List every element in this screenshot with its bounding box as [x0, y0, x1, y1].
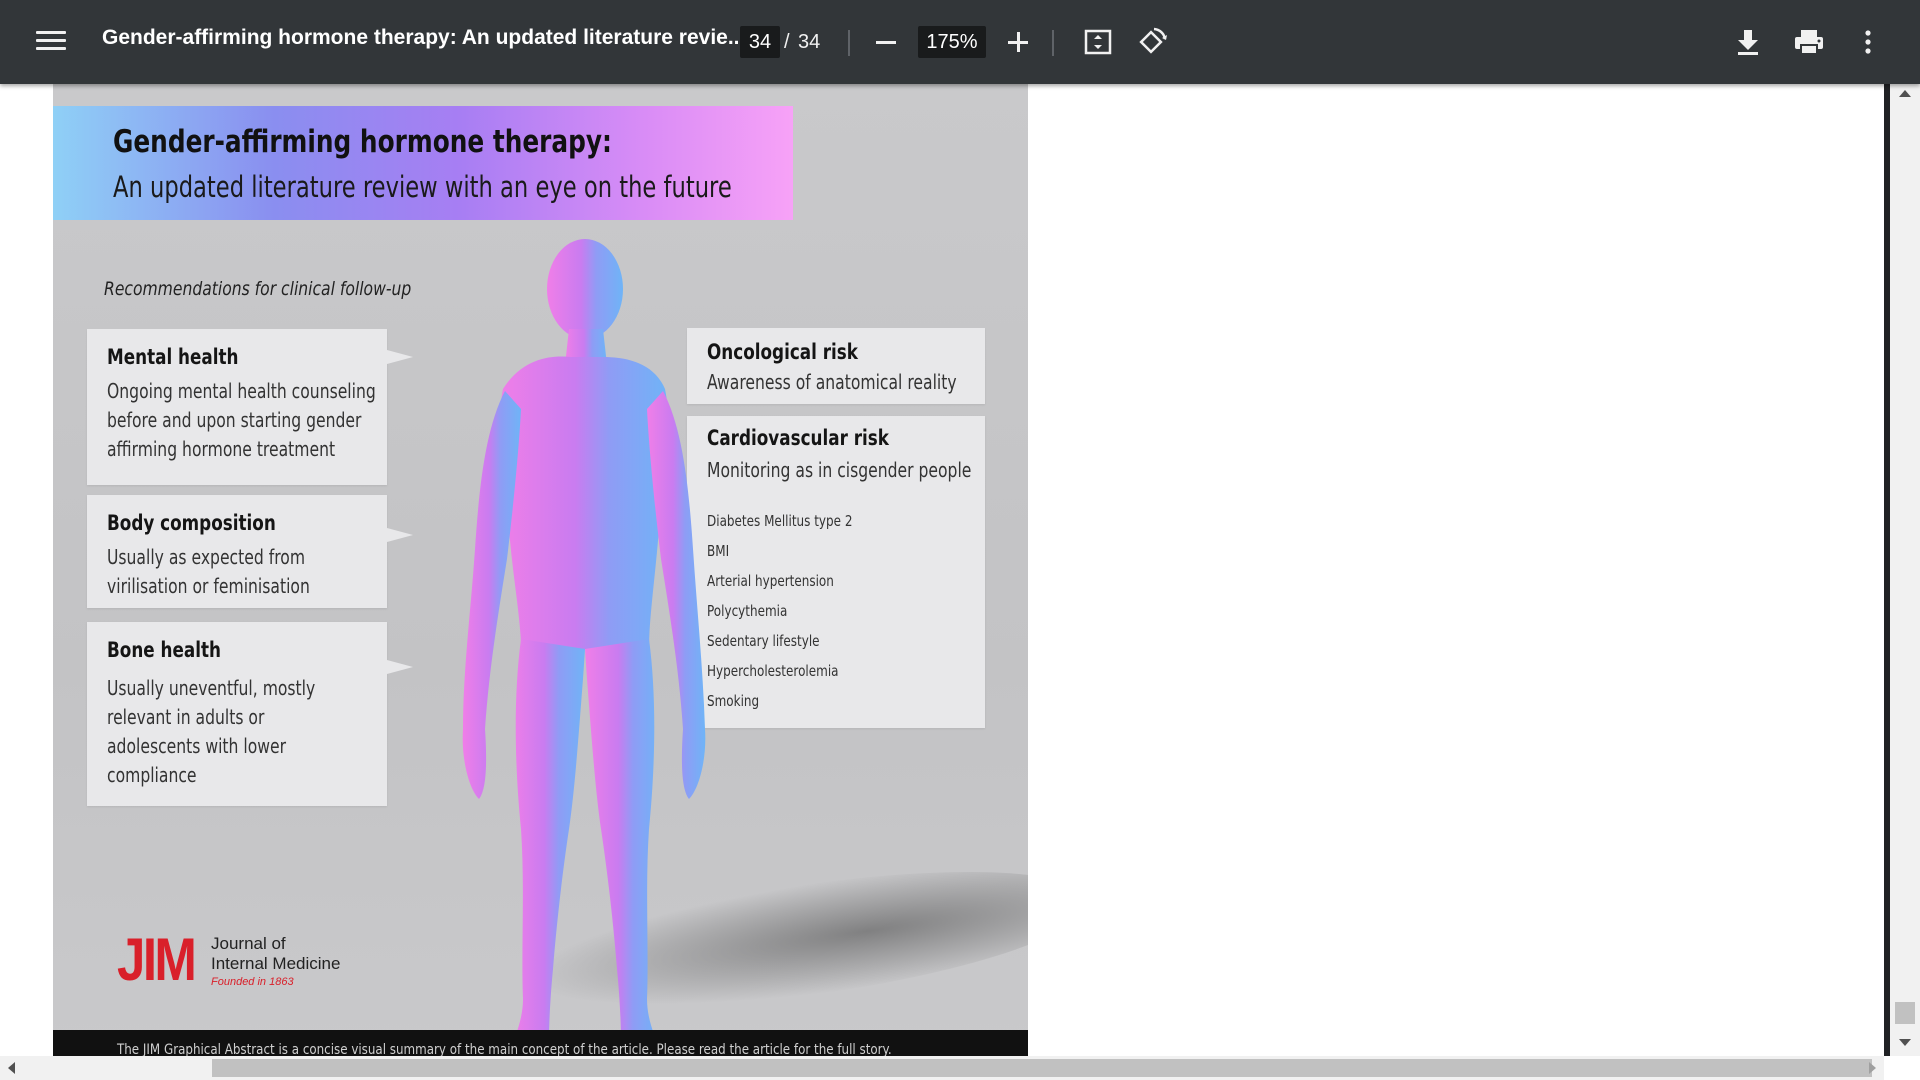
human-figure-illustration	[462, 239, 706, 1052]
card-title: Cardiovascular risk	[707, 426, 889, 450]
card-cardiovascular-risk: Cardiovascular risk Monitoring as in cis…	[687, 416, 985, 728]
logo-line-1: Journal of	[211, 934, 286, 953]
zoom-level-input[interactable]: 175%	[918, 26, 986, 58]
scroll-left-arrow-icon[interactable]	[8, 1062, 15, 1074]
page-total: 34	[798, 31, 821, 53]
logo-founded: Founded in 1863	[211, 976, 294, 988]
card-title: Oncological risk	[707, 340, 858, 364]
pdf-viewer[interactable]: Gender-affirming hormone therapy: An upd…	[0, 84, 1884, 1056]
scroll-right-arrow-icon[interactable]	[1869, 1062, 1876, 1074]
card-body: Monitoring as in cisgender people	[707, 456, 971, 485]
document-title: Gender-affirming hormone therapy: An upd…	[102, 26, 746, 49]
card-line: relevant in adults or	[107, 705, 265, 729]
card-body: Awareness of anatomical reality	[707, 368, 957, 397]
toolbar-divider	[848, 30, 850, 56]
banner-title: Gender-affirming hormone therapy:	[113, 124, 612, 160]
card-body: Ongoing mental health counseling before …	[107, 377, 376, 464]
card-line: Monitoring as in cisgender people	[707, 458, 972, 482]
card-line: before and upon starting gender	[107, 408, 362, 432]
banner-subtitle: An updated literature review with an eye…	[113, 170, 732, 204]
pdf-page: Gender-affirming hormone therapy: An upd…	[53, 84, 1028, 1056]
download-icon[interactable]	[1732, 26, 1764, 58]
page-separator: /	[784, 31, 790, 53]
page-number-input[interactable]: 34	[740, 26, 780, 58]
card-line: affirming hormone treatment	[107, 437, 336, 461]
card-bone-health: Bone health Usually uneventful, mostly r…	[87, 622, 387, 806]
more-vert-icon[interactable]	[1852, 26, 1884, 58]
card-title: Mental health	[107, 345, 239, 369]
card-line: Usually as expected from	[107, 545, 306, 569]
card-mental-health: Mental health Ongoing mental health coun…	[87, 329, 387, 485]
horizontal-scrollbar[interactable]	[0, 1056, 1884, 1080]
card-body: Usually uneventful, mostly relevant in a…	[107, 674, 315, 790]
risk-factor-item: Sedentary lifestyle	[707, 632, 820, 650]
toolbar-divider	[1052, 30, 1054, 56]
card-title: Body composition	[107, 511, 276, 535]
footer-text: The JIM Graphical Abstract is a concise …	[117, 1042, 892, 1056]
horizontal-scroll-thumb[interactable]	[212, 1059, 1872, 1077]
card-body: Usually as expected from virilisation or…	[107, 543, 310, 601]
risk-factor-item: Diabetes Mellitus type 2	[707, 512, 853, 530]
vertical-scroll-thumb[interactable]	[1895, 1002, 1915, 1024]
risk-factor-item: Arterial hypertension	[707, 572, 834, 590]
card-line: Awareness of anatomical reality	[707, 370, 957, 394]
zoom-out-icon[interactable]	[870, 26, 902, 58]
scroll-up-arrow-icon[interactable]	[1899, 90, 1911, 97]
card-body-composition: Body composition Usually as expected fro…	[87, 495, 387, 608]
vertical-scrollbar[interactable]	[1884, 84, 1920, 1056]
rotate-icon[interactable]	[1136, 26, 1168, 58]
card-oncological-risk: Oncological risk Awareness of anatomical…	[687, 328, 985, 404]
jim-logo: JIM Journal of Internal Medicine Founded…	[117, 930, 357, 1000]
logo-mark: JIM	[117, 926, 197, 993]
card-line: compliance	[107, 763, 197, 787]
card-line: virilisation or feminisation	[107, 574, 310, 598]
title-banner: Gender-affirming hormone therapy: An upd…	[53, 106, 793, 220]
risk-factor-item: Hypercholesterolemia	[707, 662, 839, 680]
recommendations-heading: Recommendations for clinical follow-up	[104, 278, 412, 300]
print-icon[interactable]	[1792, 26, 1826, 58]
pdf-toolbar: Gender-affirming hormone therapy: An upd…	[0, 0, 1920, 84]
card-line: Ongoing mental health counseling	[107, 379, 376, 403]
menu-icon[interactable]	[36, 26, 66, 58]
card-line: Usually uneventful, mostly	[107, 676, 316, 700]
fit-to-page-icon[interactable]	[1082, 26, 1114, 58]
logo-line-2: Internal Medicine	[211, 954, 341, 973]
scroll-down-arrow-icon[interactable]	[1899, 1039, 1911, 1046]
zoom-in-icon[interactable]	[1002, 26, 1034, 58]
card-line: adolescents with lower	[107, 734, 287, 758]
card-title: Bone health	[107, 638, 221, 662]
